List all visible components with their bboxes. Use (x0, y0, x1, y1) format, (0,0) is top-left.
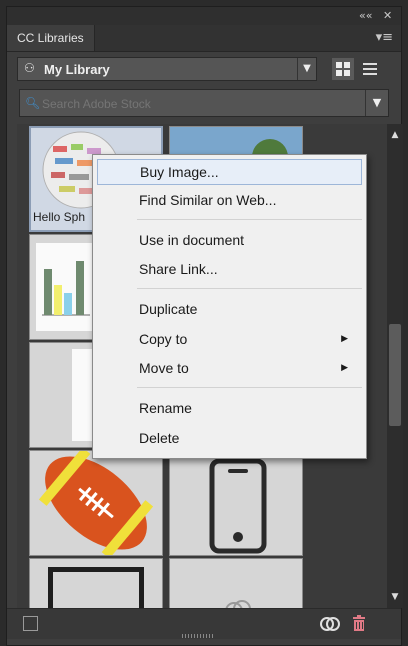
people-icon: ⚇ (24, 61, 35, 75)
asset-tile-phone[interactable] (169, 450, 303, 556)
menu-item-label: Move to (139, 360, 189, 376)
menu-item-buy-image[interactable]: Buy Image... (97, 159, 362, 185)
trash-icon[interactable] (351, 614, 367, 632)
tab-row: CC Libraries ▾≡ (7, 25, 401, 52)
creative-cloud-icon[interactable] (319, 615, 341, 633)
menu-item-find-similar[interactable]: Find Similar on Web... (97, 187, 362, 213)
stock-search[interactable]: 🔍︎ ▼ (19, 89, 389, 117)
menu-item-share-link[interactable]: Share Link... (97, 256, 362, 282)
search-icon: 🔍︎ (25, 96, 41, 110)
select-checkbox[interactable] (23, 616, 38, 631)
asset-tile-cc[interactable] (169, 558, 303, 608)
grid-view-icon (336, 62, 350, 76)
menu-separator (137, 288, 362, 289)
context-menu: Buy Image... Find Similar on Web... Use … (92, 154, 367, 459)
asset-tile-football[interactable] (29, 450, 163, 556)
library-selector[interactable]: ⚇ My Library ▼ (17, 57, 317, 81)
submenu-arrow-icon: ▶ (341, 334, 348, 344)
football-icon (38, 451, 154, 555)
cc-libraries-panel: «« ✕ CC Libraries ▾≡ ⚇ My Library ▼ 🔍︎ ▼ (6, 6, 403, 646)
creative-cloud-icon (225, 600, 251, 608)
phone-icon (209, 458, 267, 554)
collapse-icon[interactable]: «« (359, 9, 372, 22)
chevron-down-icon[interactable]: ▼ (297, 58, 316, 80)
panel-title-bar: «« ✕ (7, 7, 401, 25)
menu-item-label: Copy to (139, 331, 188, 347)
close-icon[interactable]: ✕ (383, 9, 392, 22)
scroll-up-icon[interactable]: ▲ (387, 130, 403, 140)
menu-separator (137, 219, 362, 220)
menu-item-move-to[interactable]: Move to ▶ (97, 355, 362, 381)
menu-separator (137, 387, 362, 388)
submenu-arrow-icon: ▶ (341, 363, 348, 373)
menu-item-rename[interactable]: Rename (97, 395, 362, 421)
library-name: My Library (44, 62, 110, 77)
tab-cc-libraries[interactable]: CC Libraries (7, 25, 95, 51)
menu-item-use-in-document[interactable]: Use in document (97, 227, 362, 253)
scroll-thumb[interactable] (389, 324, 401, 426)
panel-menu-icon[interactable]: ▾≡ (376, 30, 393, 45)
resize-grip[interactable] (182, 634, 214, 638)
list-view-icon (363, 63, 377, 75)
asset-label: Hello Sph (33, 210, 86, 224)
asset-tile-frame[interactable] (29, 558, 163, 608)
menu-item-copy-to[interactable]: Copy to ▶ (97, 326, 362, 352)
scrollbar[interactable]: ▲ ▼ (387, 124, 403, 608)
list-view-button[interactable] (359, 58, 381, 80)
search-dropdown-icon[interactable]: ▼ (365, 90, 388, 116)
search-input[interactable] (40, 94, 364, 114)
menu-item-delete[interactable]: Delete (97, 425, 362, 451)
scroll-down-icon[interactable]: ▼ (387, 592, 403, 602)
grid-view-button[interactable] (332, 58, 354, 80)
menu-item-duplicate[interactable]: Duplicate (97, 296, 362, 322)
